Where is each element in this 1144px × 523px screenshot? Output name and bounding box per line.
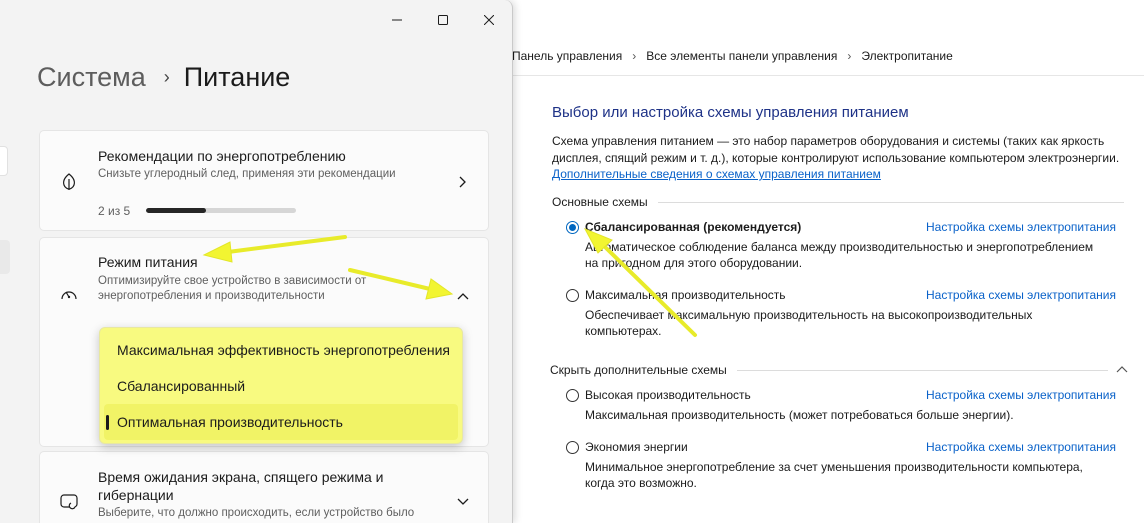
power-plans-content: Выбор или настройка схемы управления пит…	[550, 104, 1130, 491]
main-plans-section: Основные схемы	[552, 195, 1130, 209]
plan-balanced: Сбалансированная (рекомендуется) Настрой…	[552, 219, 1130, 271]
plan-saver-radio[interactable]	[566, 440, 579, 454]
power-mode-title: Режим питания	[98, 254, 198, 270]
plan-high-name[interactable]: Высокая производительность	[585, 388, 751, 402]
power-mode-subtitle-line2: энергопотребления и производительности	[98, 290, 325, 302]
plan-ultimate-name[interactable]: Максимальная производительность	[585, 288, 786, 302]
breadcrumb-separator-icon: ›	[847, 48, 852, 63]
plan-ultimate-settings-link[interactable]: Настройка схемы электропитания	[926, 288, 1116, 302]
minimize-button[interactable]	[374, 0, 420, 40]
plan-saver-name[interactable]: Экономия энергии	[585, 440, 688, 454]
leaf-icon	[60, 173, 78, 191]
page-title: Система › Питание	[37, 62, 290, 93]
plan-saver-settings-link[interactable]: Настройка схемы электропитания	[926, 440, 1116, 454]
control-panel-window: Панель управления › Все элементы панели …	[500, 0, 1144, 523]
breadcrumb-item-power-options[interactable]: Электропитание	[861, 49, 952, 63]
plan-high-radio[interactable]	[566, 388, 579, 402]
energy-recommendations-card[interactable]: Рекомендации по энергопотреблению Снизьт…	[39, 130, 489, 231]
plan-ultimate-radio[interactable]	[566, 288, 579, 302]
breadcrumb-parent[interactable]: Система	[37, 62, 146, 93]
page-heading: Выбор или настройка схемы управления пит…	[552, 104, 909, 121]
chevron-right-icon: ›	[163, 67, 170, 87]
power-mode-option-performance[interactable]: Оптимальная производительность	[104, 404, 458, 440]
chevron-right-icon[interactable]	[456, 175, 470, 189]
plan-balanced-radio[interactable]	[566, 220, 579, 234]
close-icon	[484, 15, 494, 25]
power-mode-subtitle-line1: Оптимизируйте свое устройство в зависимо…	[98, 275, 367, 287]
page-description: Схема управления питанием — это набор па…	[552, 134, 1120, 165]
plan-ultimate-performance: Максимальная производительность Настройк…	[552, 287, 1130, 339]
hidden-plans-label[interactable]: Скрыть дополнительные схемы	[550, 363, 727, 377]
chevron-up-icon[interactable]	[456, 290, 470, 304]
control-panel-titlebar	[500, 0, 1144, 36]
screen-sleep-title-line1: Время ожидания экрана, спящего режима и	[98, 469, 384, 485]
power-mode-option-efficiency[interactable]: Максимальная эффективность энергопотребл…	[104, 332, 458, 368]
breadcrumb-item-all-items[interactable]: Все элементы панели управления	[646, 49, 837, 63]
nav-pane-selected-edge[interactable]	[0, 240, 10, 274]
breadcrumb-separator-icon: ›	[632, 48, 637, 63]
screen-sleep-card[interactable]: Время ожидания экрана, спящего режима и …	[39, 451, 489, 523]
main-plans-label: Основные схемы	[552, 195, 648, 209]
recommendations-subtitle: Снизьте углеродный след, применяя эти ре…	[98, 168, 396, 180]
power-mode-dropdown[interactable]: Максимальная эффективность энергопотребл…	[99, 327, 463, 444]
plan-balanced-description: Автоматическое соблюдение баланса между …	[585, 240, 1094, 270]
breadcrumb: Панель управления › Все элементы панели …	[500, 36, 1144, 76]
hidden-plans-section[interactable]: Скрыть дополнительные схемы	[550, 363, 1130, 377]
plan-high-performance: Высокая производительность Настройка схе…	[552, 387, 1130, 423]
section-divider	[736, 369, 1108, 371]
gauge-icon	[60, 286, 78, 304]
nav-pane-search-edge[interactable]	[0, 146, 8, 176]
chevron-up-icon[interactable]	[1114, 364, 1130, 376]
screen-sleep-subtitle: Выберите, что должно происходить, если у…	[98, 507, 415, 519]
screen-sleep-icon	[60, 492, 78, 510]
recommendations-progress-fill	[146, 208, 206, 213]
recommendations-progress-label: 2 из 5	[98, 204, 131, 218]
section-divider	[657, 201, 1124, 203]
plan-high-description: Максимальная производительность (может п…	[585, 408, 1014, 422]
maximize-icon	[438, 15, 448, 25]
recommendations-progress-bar	[146, 208, 296, 213]
minimize-icon	[392, 15, 402, 25]
recommendations-title: Рекомендации по энергопотреблению	[98, 148, 346, 164]
plan-power-saver: Экономия энергии Настройка схемы электро…	[552, 439, 1130, 491]
window-controls	[374, 0, 512, 40]
plan-saver-description: Минимальное энергопотребление за счет ум…	[585, 460, 1083, 490]
plan-ultimate-description: Обеспечивает максимальную производительн…	[585, 308, 1033, 338]
close-button[interactable]	[466, 0, 512, 40]
breadcrumb-item-control-panel[interactable]: Панель управления	[512, 49, 622, 63]
settings-window: Система › Питание Рекомендации по энерго…	[0, 0, 513, 523]
plan-high-settings-link[interactable]: Настройка схемы электропитания	[926, 388, 1116, 402]
plan-balanced-name[interactable]: Сбалансированная (рекомендуется)	[585, 220, 801, 234]
screen-sleep-title-line2: гибернации	[98, 487, 174, 503]
maximize-button[interactable]	[420, 0, 466, 40]
breadcrumb-current: Питание	[183, 62, 291, 92]
chevron-down-icon[interactable]	[456, 494, 470, 508]
plan-balanced-settings-link[interactable]: Настройка схемы электропитания	[926, 220, 1116, 234]
details-link[interactable]: Дополнительные сведения о схемах управле…	[552, 167, 1130, 181]
power-mode-option-balanced[interactable]: Сбалансированный	[104, 368, 458, 404]
